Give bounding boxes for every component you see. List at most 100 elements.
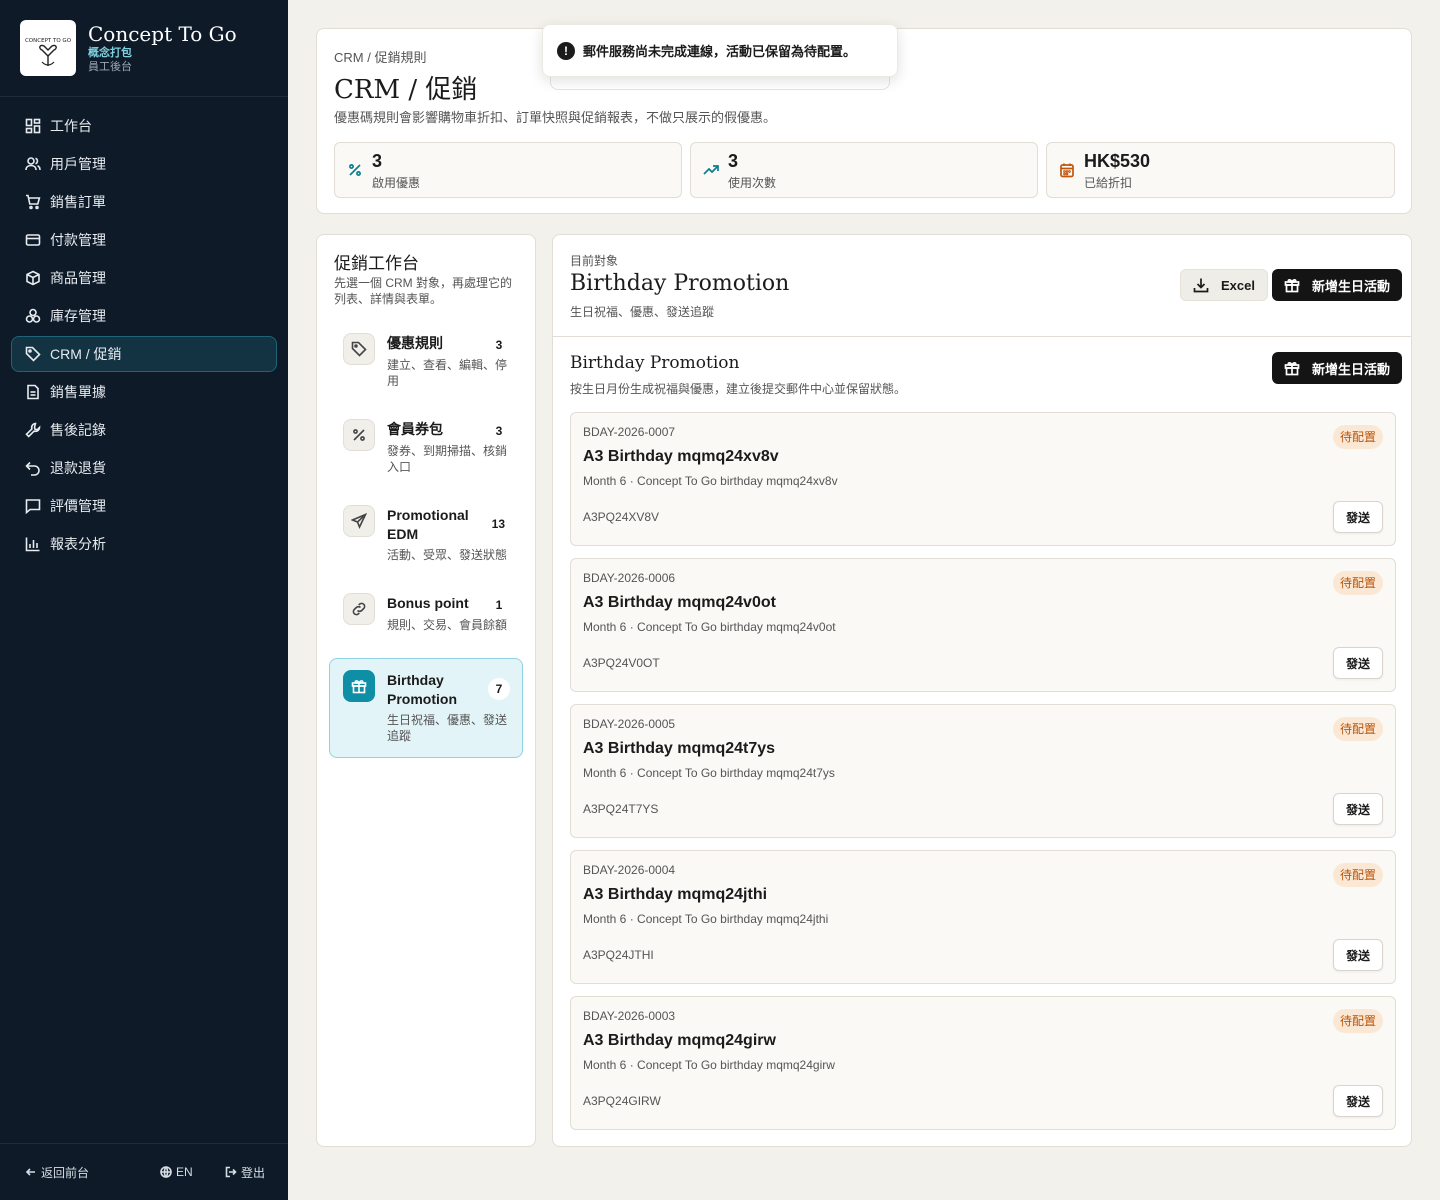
- campaign-row[interactable]: BDAY-2026-0005 A3 Birthday mqmq24t7ys Mo…: [570, 704, 1396, 838]
- calendar-icon: [1060, 163, 1074, 178]
- sidebar-item-inventory[interactable]: 庫存管理: [11, 298, 277, 334]
- current-object-title: Birthday Promotion: [570, 271, 790, 296]
- campaign-code: BDAY-2026-0006: [583, 571, 676, 585]
- brand-cn-name: 概念打包: [88, 46, 132, 59]
- workbench-item-edm[interactable]: Promotional EDM 活動、受眾、發送狀態 13: [329, 493, 523, 567]
- workbench-item-sub: 發券、到期掃描、核銷入口: [387, 444, 508, 474]
- campaign-title: A3 Birthday mqmq24jthi: [583, 886, 768, 903]
- boxes-icon: [25, 308, 41, 323]
- sidebar-item-dashboard[interactable]: 工作台: [11, 108, 277, 144]
- workbench-item-sub: 生日祝福、優惠、發送追蹤: [387, 713, 508, 743]
- status-badge: 待配置: [1332, 863, 1383, 887]
- sidebar-item-refunds[interactable]: 退款退貨: [11, 450, 277, 486]
- send-button[interactable]: 發送: [1333, 501, 1383, 533]
- new-birthday-campaign-button-secondary[interactable]: 新增生日活動: [1272, 352, 1403, 384]
- send-button[interactable]: 發送: [1333, 939, 1383, 971]
- message-icon: [25, 499, 41, 514]
- sidebar-item-payments[interactable]: 付款管理: [11, 222, 277, 258]
- workbench-item-label: Bonus point: [387, 595, 469, 611]
- count-badge: 3: [488, 334, 510, 356]
- status-badge: 待配置: [1332, 717, 1383, 741]
- logo-text: CONCEPT TO GO: [25, 38, 72, 44]
- download-icon: [1193, 278, 1209, 293]
- cart-icon: [26, 194, 41, 210]
- sidebar-item-label: 用戶管理: [50, 156, 106, 172]
- sidebar-item-after-sales[interactable]: 售後記錄: [11, 412, 277, 448]
- send-icon: [351, 513, 367, 529]
- stat-usage-count: 3 使用次數: [690, 142, 1038, 198]
- gift-icon: [351, 680, 367, 694]
- campaign-description: Month 6 · Concept To Go birthday mqmq24t…: [583, 766, 835, 780]
- new-campaign-label: 新增生日活動: [1312, 278, 1391, 294]
- section-title: Birthday Promotion: [570, 353, 740, 373]
- logout-icon: [225, 1166, 237, 1178]
- breadcrumb: CRM / 促銷規則: [334, 50, 427, 65]
- alert-icon: !: [557, 41, 575, 60]
- workbench-item-bonus-point[interactable]: Bonus point 規則、交易、會員餘額 1: [329, 581, 523, 641]
- campaign-reference: A3PQ24T7YS: [583, 802, 659, 816]
- campaign-title: A3 Birthday mqmq24girw: [583, 1032, 776, 1049]
- workbench-item-discount-rules[interactable]: 優惠規則 建立、查看、編輯、停用 3: [329, 321, 523, 401]
- sidebar-item-reports[interactable]: 報表分析: [11, 526, 277, 562]
- send-button[interactable]: 發送: [1333, 1085, 1383, 1117]
- campaign-row[interactable]: BDAY-2026-0006 A3 Birthday mqmq24v0ot Mo…: [570, 558, 1396, 692]
- sidebar-item-label: 工作台: [50, 118, 92, 134]
- send-button[interactable]: 發送: [1333, 793, 1383, 825]
- gift-icon: [1284, 362, 1300, 376]
- sidebar-item-label: 商品管理: [50, 270, 106, 286]
- excel-label: Excel: [1221, 277, 1255, 293]
- bar-chart-icon: [25, 537, 40, 552]
- status-badge: 待配置: [1332, 425, 1383, 449]
- workbench-item-label: 優惠規則: [387, 335, 443, 351]
- brand-logo[interactable]: CONCEPT TO GO: [20, 20, 76, 76]
- status-badge: 待配置: [1332, 1009, 1383, 1033]
- logout-button[interactable]: 登出: [225, 1164, 265, 1181]
- stat-label: 已給折扣: [1084, 176, 1133, 190]
- back-to-store-link[interactable]: 返回前台: [25, 1164, 89, 1181]
- language-label: EN: [176, 1165, 193, 1179]
- undo-icon: [25, 461, 40, 476]
- sidebar-item-crm-promotions[interactable]: CRM / 促銷: [11, 336, 277, 372]
- campaign-reference: A3PQ24V0OT: [583, 656, 660, 670]
- workbench-item-label: Promotional EDM: [387, 507, 469, 542]
- campaign-row[interactable]: BDAY-2026-0003 A3 Birthday mqmq24girw Mo…: [570, 996, 1396, 1130]
- campaign-title: A3 Birthday mqmq24t7ys: [583, 740, 776, 757]
- main-panel: 目前對象 Birthday Promotion 生日祝福、優惠、發送追蹤 Exc…: [552, 234, 1412, 1147]
- sidebar-item-sales-orders[interactable]: 銷售訂單: [11, 184, 277, 220]
- campaign-title: A3 Birthday mqmq24v0ot: [583, 594, 776, 611]
- campaign-reference: A3PQ24XV8V: [583, 510, 660, 524]
- count-badge: 3: [488, 420, 510, 442]
- sidebar-nav: 工作台 用戶管理 銷售訂單 付款管理 商品管理 庫存管理 CRM / 促銷 銷售…: [0, 97, 288, 562]
- link-icon: [352, 602, 366, 616]
- sidebar-item-label: 退款退貨: [50, 460, 106, 476]
- toast-notification[interactable]: ! 郵件服務尚未完成連線，活動已保留為待配置。: [542, 24, 898, 77]
- sidebar-item-label: CRM / 促銷: [50, 346, 122, 362]
- arrow-left-icon: [25, 1168, 35, 1176]
- stat-label: 啟用優惠: [372, 176, 421, 190]
- language-toggle[interactable]: EN: [160, 1165, 193, 1179]
- stat-label: 使用次數: [728, 176, 777, 190]
- campaign-description: Month 6 · Concept To Go birthday mqmq24x…: [583, 474, 838, 488]
- current-object-subtitle: 生日祝福、優惠、發送追蹤: [570, 305, 715, 319]
- stat-value: HK$530: [1084, 151, 1151, 171]
- send-button[interactable]: 發送: [1333, 647, 1383, 679]
- globe-icon: [160, 1166, 172, 1178]
- percent-icon: [349, 164, 361, 176]
- users-icon: [25, 157, 41, 171]
- campaign-row[interactable]: BDAY-2026-0007 A3 Birthday mqmq24xv8v Mo…: [570, 412, 1396, 546]
- excel-export-button[interactable]: Excel: [1180, 269, 1268, 301]
- brand: CONCEPT TO GO Concept To Go 概念打包 員工後台: [0, 0, 288, 97]
- new-birthday-campaign-button[interactable]: 新增生日活動: [1272, 269, 1403, 301]
- sidebar-item-products[interactable]: 商品管理: [11, 260, 277, 296]
- sidebar: CONCEPT TO GO Concept To Go 概念打包 員工後台 工作…: [0, 0, 288, 1200]
- campaign-row[interactable]: BDAY-2026-0004 A3 Birthday mqmq24jthi Mo…: [570, 850, 1396, 984]
- sidebar-item-sales-documents[interactable]: 銷售單據: [11, 374, 277, 410]
- sidebar-item-users[interactable]: 用戶管理: [11, 146, 277, 182]
- sidebar-item-reviews[interactable]: 評價管理: [11, 488, 277, 524]
- campaign-reference: A3PQ24GIRW: [583, 1094, 661, 1108]
- workbench-item-member-coupons[interactable]: 會員券包 發券、到期掃描、核銷入口 3: [329, 407, 523, 487]
- workbench-item-birthday-promotion[interactable]: Birthday Promotion 生日祝福、優惠、發送追蹤 7: [329, 658, 523, 758]
- workbench-title: 促銷工作台: [334, 254, 419, 274]
- count-badge: 1: [488, 594, 510, 616]
- stat-discount-given: HK$530 已給折扣: [1046, 142, 1395, 198]
